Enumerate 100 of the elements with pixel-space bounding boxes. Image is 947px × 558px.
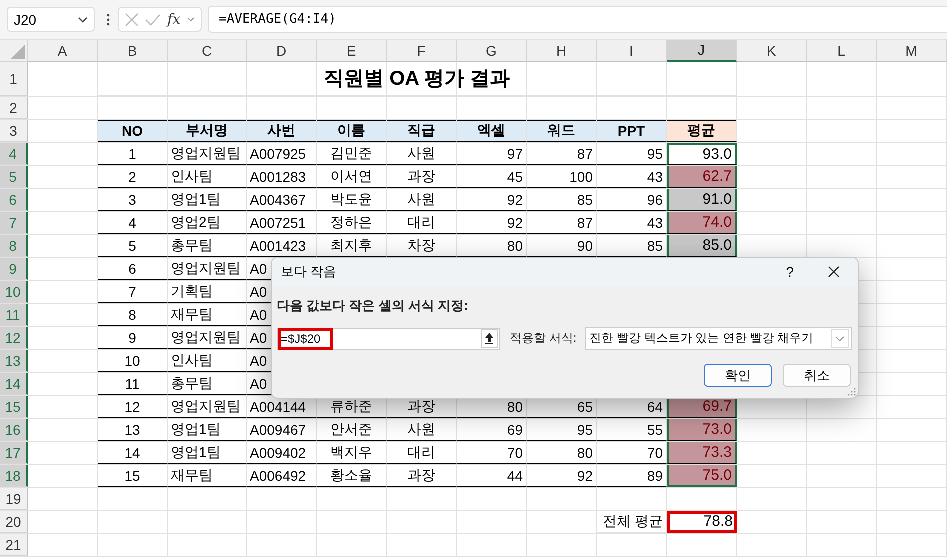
table-cell: 정하은 (317, 212, 387, 234)
table-cell: 97 (457, 143, 527, 165)
column-header[interactable]: B (98, 40, 168, 62)
collapse-dialog-icon[interactable] (481, 329, 498, 348)
column-header[interactable]: J (667, 40, 737, 62)
dialog-button[interactable]: 확인 (704, 364, 772, 387)
table-cell: A006492 (247, 465, 317, 487)
row-header[interactable]: 4 (0, 143, 28, 165)
table-cell: 황소율 (317, 465, 387, 487)
insert-function-button[interactable]: fx (168, 12, 181, 28)
column-header[interactable]: C (168, 40, 247, 62)
help-button[interactable]: ? (786, 264, 794, 280)
row-header[interactable]: 19 (0, 488, 28, 510)
table-cell: A007251 (247, 212, 317, 234)
dialog-button[interactable]: 취소 (783, 364, 851, 387)
formula-field[interactable]: =AVERAGE(G4:I4) (208, 6, 947, 33)
column-header[interactable]: A (28, 40, 98, 62)
column-heading: 이름 (317, 120, 387, 142)
row-header[interactable]: 14 (0, 373, 28, 395)
cancel-icon[interactable] (125, 12, 140, 26)
table-cell: 45 (457, 166, 527, 188)
format-label: 적용할 서식: (510, 330, 577, 347)
value-input-field[interactable]: =$J$20 (277, 328, 500, 350)
table-cell: 4 (98, 212, 168, 234)
row-header[interactable]: 15 (0, 396, 28, 418)
table-cell: 85 (527, 189, 597, 211)
row-header[interactable]: 7 (0, 212, 28, 234)
row-header[interactable]: 21 (0, 534, 28, 556)
table-cell: 8 (98, 304, 168, 326)
table-cell: 95 (597, 143, 667, 165)
table-cell: 박도윤 (317, 189, 387, 211)
table-cell: 91.0 (667, 189, 737, 211)
row-header[interactable]: 17 (0, 442, 28, 464)
table-cell: 영업1팀 (168, 419, 247, 441)
row-header[interactable]: 1 (0, 62, 28, 96)
column-header[interactable]: K (737, 40, 807, 62)
column-header[interactable]: M (877, 40, 947, 62)
table-cell: 73.0 (667, 419, 737, 441)
summary-value: 78.8 (667, 511, 737, 533)
column-header[interactable]: L (807, 40, 877, 62)
column-header[interactable]: D (247, 40, 317, 62)
table-cell: 92 (457, 212, 527, 234)
row-header[interactable]: 12 (0, 327, 28, 349)
table-cell: 87 (527, 212, 597, 234)
table-cell: 백지우 (317, 442, 387, 464)
row-header[interactable]: 18 (0, 465, 28, 487)
row-header[interactable]: 3 (0, 120, 28, 142)
table-cell: 80 (527, 442, 597, 464)
row-header[interactable]: 20 (0, 511, 28, 533)
table-cell: A001283 (247, 166, 317, 188)
row-header[interactable]: 9 (0, 258, 28, 280)
check-icon[interactable] (145, 14, 162, 26)
table-cell: 10 (98, 350, 168, 372)
row-header[interactable]: 5 (0, 166, 28, 188)
column-header[interactable]: F (387, 40, 457, 62)
table-cell: 사원 (387, 189, 457, 211)
dropdown-caret-icon (78, 16, 88, 22)
row-header[interactable]: 8 (0, 235, 28, 257)
name-box[interactable]: J20 (7, 7, 95, 32)
table-cell: 9 (98, 327, 168, 349)
table-cell: 92 (527, 465, 597, 487)
table-cell: 영업지원팀 (168, 258, 247, 280)
table-cell: 재무팀 (168, 465, 247, 487)
table-cell: 재무팀 (168, 304, 247, 326)
row-header[interactable]: 16 (0, 419, 28, 441)
select-all-icon[interactable] (11, 45, 25, 59)
resize-grip-icon[interactable] (848, 388, 856, 396)
dropdown-caret-icon (831, 329, 849, 348)
column-heading: 워드 (527, 120, 597, 142)
table-cell: 14 (98, 442, 168, 464)
close-icon[interactable] (828, 266, 840, 278)
column-header[interactable]: I (597, 40, 667, 62)
row-header[interactable]: 11 (0, 304, 28, 326)
table-cell: 영업2팀 (168, 212, 247, 234)
table-cell: 총무팀 (168, 235, 247, 257)
row-header[interactable]: 2 (0, 97, 28, 119)
table-cell: 대리 (387, 212, 457, 234)
table-cell: 영업1팀 (168, 442, 247, 464)
table-cell: A009467 (247, 419, 317, 441)
column-heading: 부서명 (168, 120, 247, 142)
table-cell: 김민준 (317, 143, 387, 165)
row-header[interactable]: 10 (0, 281, 28, 303)
row-header[interactable]: 6 (0, 189, 28, 211)
column-header[interactable]: G (457, 40, 527, 62)
table-cell: 영업1팀 (168, 189, 247, 211)
table-cell: 이서연 (317, 166, 387, 188)
table-cell: 13 (98, 419, 168, 441)
column-header[interactable]: H (527, 40, 597, 62)
column-heading: 사번 (247, 120, 317, 142)
sheet-title: 직원별 OA 평가 결과 (98, 62, 737, 96)
format-dropdown[interactable]: 진한 빨강 텍스트가 있는 연한 빨강 채우기 (584, 327, 852, 350)
table-cell: 6 (98, 258, 168, 280)
row-header[interactable]: 13 (0, 350, 28, 372)
table-cell: 11 (98, 373, 168, 395)
table-cell: A009402 (247, 442, 317, 464)
column-heading: 엑셀 (457, 120, 527, 142)
table-cell: 사원 (387, 143, 457, 165)
more-options-icon[interactable] (107, 14, 110, 26)
table-cell: 12 (98, 396, 168, 418)
column-header[interactable]: E (317, 40, 387, 62)
